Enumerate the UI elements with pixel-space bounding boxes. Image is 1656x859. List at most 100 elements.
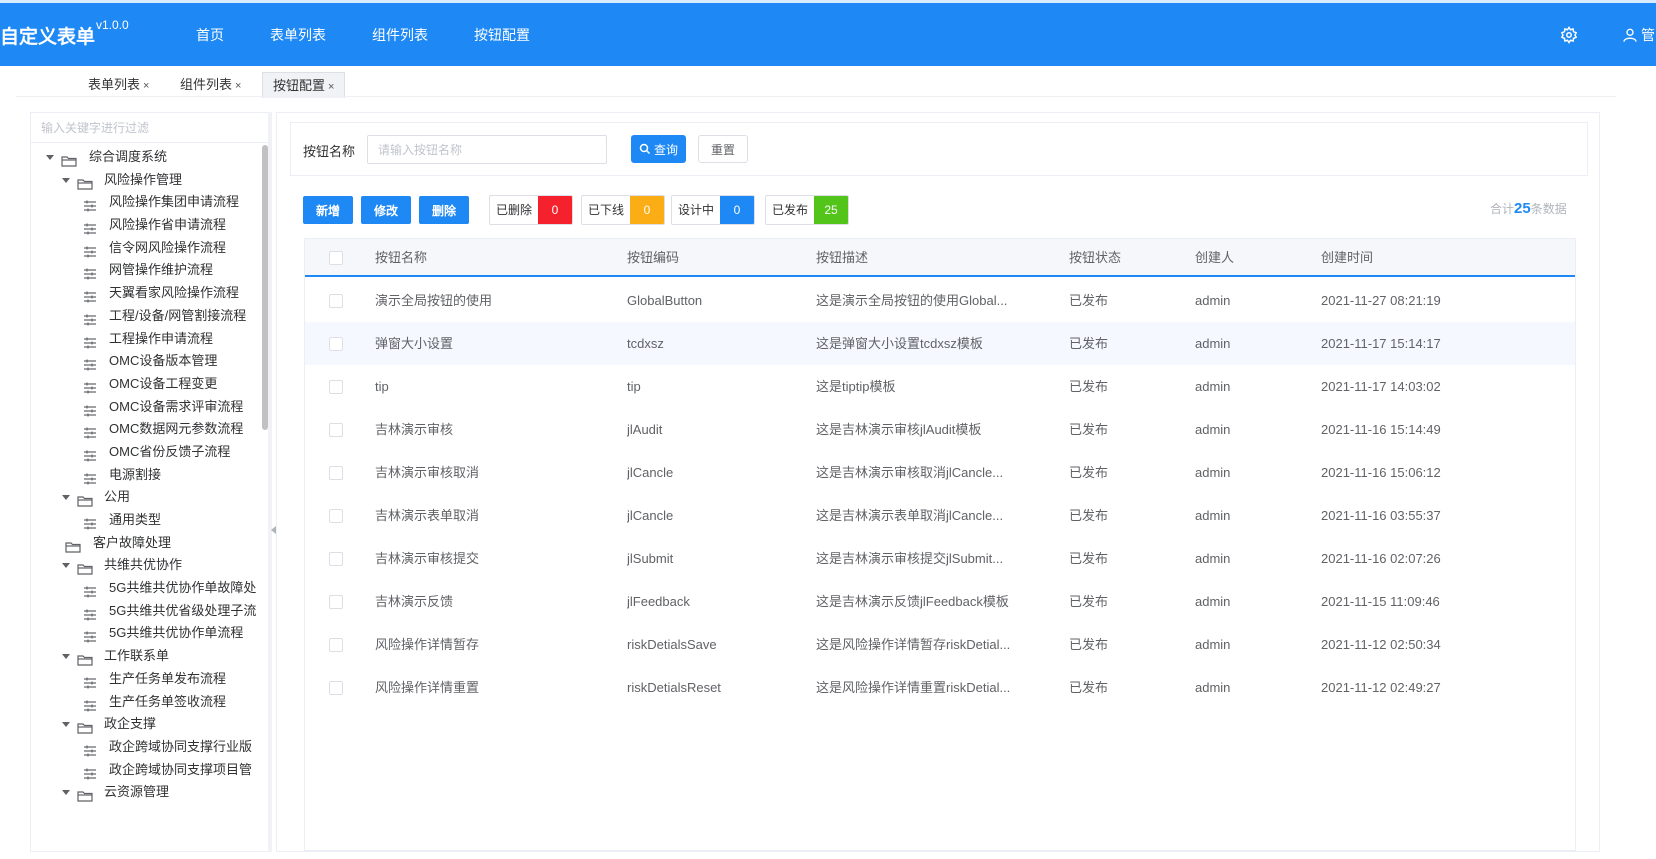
- edit-button[interactable]: 修改: [361, 196, 411, 224]
- table-row[interactable]: 风险操作详情暂存 riskDetialsSave 这是风险操作详情暂存riskDet…: [305, 623, 1575, 666]
- add-button[interactable]: 新增: [303, 196, 353, 224]
- row-checkbox[interactable]: [329, 380, 343, 394]
- table-row[interactable]: 吉林演示审核取消 jlCancle 这是吉林演示审核取消jlCancle... 已发布…: [305, 451, 1575, 494]
- folder-icon: [77, 492, 93, 507]
- nav-item-home[interactable]: 首页: [196, 0, 224, 66]
- tree-filter-input[interactable]: [31, 113, 269, 143]
- tree-leaf[interactable]: 生产任务单签收流程: [31, 691, 256, 714]
- tree-folder[interactable]: 客户故障处理: [31, 532, 256, 555]
- tree-leaf[interactable]: 通用类型: [31, 509, 256, 532]
- tab-button-config[interactable]: 按钮配置 ×: [262, 72, 346, 98]
- tabs-bar: 表单列表 × 组件列表 × 按钮配置 ×: [0, 66, 1620, 98]
- cell-status: 已发布: [1069, 508, 1109, 523]
- stat-deleted[interactable]: 已删除 0: [489, 195, 574, 225]
- column-header-creator[interactable]: 创建人: [1195, 239, 1234, 277]
- tree-leaf[interactable]: 政企跨域协同支撑行业版: [31, 736, 256, 759]
- stat-count: 0: [630, 196, 665, 224]
- tree-leaf[interactable]: 生产任务单发布流程: [31, 668, 256, 691]
- stat-designing[interactable]: 设计中 0: [671, 195, 756, 225]
- chevron-down-icon[interactable]: [62, 495, 70, 501]
- table-row[interactable]: 风险操作详情重置 riskDetialsReset 这是风险操作详情重置riskDe…: [305, 666, 1575, 709]
- nav-item-button-config[interactable]: 按钮配置: [474, 0, 530, 66]
- row-checkbox[interactable]: [329, 466, 343, 480]
- tree-leaf[interactable]: 工程/设备/网管割接流程: [31, 305, 256, 328]
- tree-folder[interactable]: 工作联系单: [31, 645, 256, 668]
- row-checkbox[interactable]: [329, 595, 343, 609]
- stat-published[interactable]: 已发布 25: [765, 195, 850, 225]
- tree-leaf[interactable]: OMC设备版本管理: [31, 350, 256, 373]
- tab-component-list[interactable]: 组件列表 ×: [170, 72, 251, 98]
- row-checkbox[interactable]: [329, 638, 343, 652]
- nav-item-form-list[interactable]: 表单列表: [270, 0, 326, 66]
- app-version: v1.0.0: [96, 18, 129, 32]
- delete-button[interactable]: 删除: [419, 196, 469, 224]
- tree-leaf[interactable]: 风险操作省申请流程: [31, 214, 256, 237]
- cell-name: 风险操作详情暂存: [375, 637, 480, 652]
- folder-icon: [77, 175, 93, 190]
- tree-folder[interactable]: 风险操作管理: [31, 169, 256, 192]
- chevron-down-icon[interactable]: [62, 563, 70, 569]
- tree-leaf[interactable]: 工程操作申请流程: [31, 328, 256, 351]
- tree-folder[interactable]: 综合调度系统: [31, 146, 256, 169]
- chevron-down-icon[interactable]: [62, 177, 70, 183]
- select-all-checkbox[interactable]: [329, 251, 343, 265]
- tree-leaf[interactable]: OMC设备需求评审流程: [31, 396, 256, 419]
- tree-folder[interactable]: 公用: [31, 486, 256, 509]
- tree-leaf[interactable]: 电源割接: [31, 464, 256, 487]
- row-checkbox[interactable]: [329, 294, 343, 308]
- cell-description: 这是风险操作详情暂存riskDetial...: [816, 637, 1011, 652]
- chevron-down-icon[interactable]: [62, 790, 70, 796]
- table-row[interactable]: tip tip 这是tiptip模板 已发布 admin 2021-11-17 14:03…: [305, 365, 1575, 408]
- cell-code: jlCancle: [627, 465, 674, 480]
- column-header-status[interactable]: 按钮状态: [1069, 239, 1121, 277]
- column-header-code[interactable]: 按钮编码: [627, 239, 679, 277]
- cell-description: 这是弹窗大小设置tcdxsz模板: [816, 336, 983, 351]
- tree-leaf[interactable]: 5G共维共优协作单流程: [31, 622, 256, 645]
- cell-created-time: 2021-11-17 14:03:02: [1321, 379, 1441, 394]
- tree-leaf[interactable]: OMC数据网元参数流程: [31, 418, 256, 441]
- tree-leaf[interactable]: 信令网风险操作流程: [31, 237, 256, 260]
- chevron-down-icon[interactable]: [62, 654, 70, 660]
- cell-creator: admin: [1195, 551, 1231, 566]
- chevron-down-icon[interactable]: [46, 155, 54, 160]
- column-header-created-time[interactable]: 创建时间: [1321, 239, 1373, 277]
- tree-leaf[interactable]: 5G共维共优协作单故障处: [31, 577, 256, 600]
- row-checkbox[interactable]: [329, 337, 343, 351]
- tree-leaf[interactable]: 政企跨域协同支撑项目管: [31, 759, 256, 782]
- sidebar-scrollbar[interactable]: [262, 145, 268, 430]
- tree-leaf[interactable]: 风险操作集团申请流程: [31, 191, 256, 214]
- table-row[interactable]: 吉林演示反馈 jlFeedback 这是吉林演示反馈jlFeedback模板 已发布 a…: [305, 580, 1575, 623]
- stat-offline[interactable]: 已下线 0: [581, 195, 666, 225]
- chevron-down-icon[interactable]: [62, 722, 70, 728]
- reset-button[interactable]: 重置: [698, 135, 748, 163]
- query-button[interactable]: 查询: [631, 135, 686, 163]
- column-header-name[interactable]: 按钮名称: [375, 239, 427, 277]
- user-menu[interactable]: 管: [1622, 25, 1655, 45]
- tree-leaf[interactable]: OMC设备工程变更: [31, 373, 256, 396]
- tree-leaf[interactable]: 5G共维共优省级处理子流: [31, 600, 256, 623]
- tree-folder[interactable]: 共维共优协作: [31, 554, 256, 577]
- table-row[interactable]: 演示全局按钮的使用 GlobalButton 这是演示全局按钮的使用Global..…: [305, 279, 1575, 322]
- table-row[interactable]: 吉林演示审核提交 jlSubmit 这是吉林演示审核提交jlSubmit... 已发布…: [305, 537, 1575, 580]
- column-header-description[interactable]: 按钮描述: [816, 239, 868, 277]
- tree-leaf[interactable]: 网管操作维护流程: [31, 259, 256, 282]
- button-name-search-input[interactable]: [367, 135, 607, 164]
- table-row[interactable]: 吉林演示审核 jlAudit 这是吉林演示审核jlAudit模板 已发布 admin 20…: [305, 408, 1575, 451]
- table-row[interactable]: 弹窗大小设置 tcdxsz 这是弹窗大小设置tcdxsz模板 已发布 admin 2021…: [305, 322, 1575, 365]
- table-row[interactable]: 吉林演示表单取消 jlCancle 这是吉林演示表单取消jlCancle... 已发布…: [305, 494, 1575, 537]
- row-checkbox[interactable]: [329, 509, 343, 523]
- tree-leaf[interactable]: 天翼看家风险操作流程: [31, 282, 256, 305]
- tree-folder[interactable]: 云资源管理: [31, 781, 256, 804]
- tree-leaf[interactable]: OMC省份反馈子流程: [31, 441, 256, 464]
- cell-status: 已发布: [1069, 551, 1109, 566]
- tab-form-list[interactable]: 表单列表 ×: [78, 72, 159, 98]
- row-checkbox[interactable]: [329, 552, 343, 566]
- nav-item-component-list[interactable]: 组件列表: [372, 0, 428, 66]
- row-checkbox[interactable]: [329, 681, 343, 695]
- row-checkbox[interactable]: [329, 423, 343, 437]
- close-icon[interactable]: ×: [143, 80, 149, 92]
- tree-folder[interactable]: 政企支撑: [31, 713, 256, 736]
- close-icon[interactable]: ×: [235, 80, 241, 92]
- gear-icon[interactable]: [1560, 26, 1578, 44]
- close-icon[interactable]: ×: [328, 81, 334, 93]
